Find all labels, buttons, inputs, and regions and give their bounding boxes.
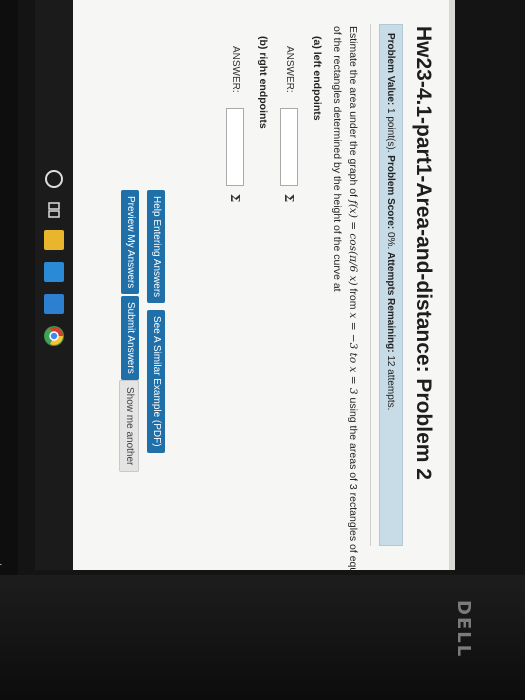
problem-score-label: Problem Score: (385, 155, 396, 230)
problem-value: 1 point(s). (385, 108, 396, 153)
problem-line-1: Estimate the area under the graph of f(x… (345, 26, 361, 570)
taskbar-search-text[interactable]: rch (0, 555, 2, 569)
taskbar (35, 0, 73, 570)
laptop-bezel (0, 575, 525, 700)
problem-text-a: Estimate the area under the graph of (347, 26, 359, 200)
page-title: Hw23-4.1-part1-Area-and-distance: Proble… (412, 26, 435, 480)
browser-screen: Hw23-4.1-part1-Area-and-distance: Proble… (35, 0, 455, 570)
part-b-label: (b) right endpoints (257, 36, 269, 129)
attempts-label: Attempts Remaining: (385, 252, 396, 353)
answer-a-input[interactable] (280, 108, 298, 186)
function-expression: f(x) = cos(π/6 x) (347, 199, 359, 286)
answer-b-label: ANSWER: (230, 46, 241, 93)
task-view-icon[interactable] (44, 200, 64, 220)
similar-example-button[interactable]: See A Similar Example (PDF) (147, 310, 165, 453)
equation-editor-b-icon[interactable]: Σ (227, 190, 243, 206)
submit-answers-button[interactable]: Submit Answers (121, 296, 139, 380)
problem-info-bar: Problem Value: 1 point(s). Problem Score… (379, 24, 403, 546)
divider (370, 24, 371, 546)
start-icon[interactable] (45, 170, 63, 188)
problem-text-b: from (347, 285, 359, 313)
answer-a-label: ANSWER: (284, 46, 295, 93)
part-a-label: (a) left endpoints (311, 36, 323, 121)
problem-value-label: Problem Value: (385, 33, 396, 106)
store-icon[interactable] (44, 262, 64, 282)
problem-line-2: of the rectangles determined by the heig… (331, 26, 343, 292)
browser-top-strip (449, 0, 455, 570)
mail-icon[interactable] (44, 294, 64, 314)
problem-text-c: using the areas of 3 rectangles of equal… (347, 394, 359, 570)
problem-statement: Estimate the area under the graph of f(x… (329, 26, 361, 570)
preview-answers-button[interactable]: Preview My Answers (121, 190, 139, 295)
help-entering-answers-button[interactable]: Help Entering Answers (147, 190, 165, 304)
attempts-value: 12 attempts. (385, 355, 396, 411)
dell-logo: DELL (453, 600, 474, 659)
show-me-another-button[interactable]: Show me another (119, 380, 139, 473)
answer-b-input[interactable] (226, 108, 244, 186)
chrome-icon[interactable] (44, 326, 64, 346)
interval-expression: x = −3 to x = 3 (347, 312, 359, 395)
equation-editor-a-icon[interactable]: Σ (281, 190, 297, 206)
file-explorer-icon[interactable] (44, 230, 64, 250)
problem-score: 0%. (385, 231, 396, 250)
